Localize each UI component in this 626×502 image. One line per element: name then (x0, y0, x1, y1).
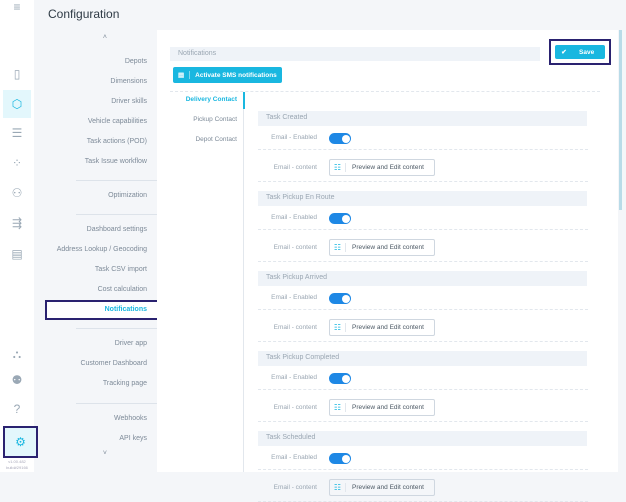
message-icon: ▤ (178, 71, 191, 79)
nav-tracking-page[interactable]: Tracking page (103, 380, 147, 387)
tab-depot-contact[interactable]: Depot Contact (157, 136, 245, 143)
activate-sms-button[interactable]: ▤ Activate SMS notifications (173, 67, 282, 83)
email-enabled-toggle[interactable] (329, 213, 351, 224)
nav-address-lookup[interactable]: Address Lookup / Geocoding (57, 246, 147, 253)
email-content-label: Email - content (273, 484, 317, 491)
email-content-label: Email - content (273, 164, 317, 171)
cube-icon[interactable]: ⬡ (3, 90, 31, 118)
email-enabled-toggle[interactable] (329, 133, 351, 144)
email-enabled-label: Email - Enabled (271, 294, 317, 301)
divider (258, 421, 588, 422)
menu-icon[interactable]: ≡ (3, 0, 31, 21)
build: build#29166 (6, 465, 28, 470)
divider (258, 469, 588, 470)
routes-icon[interactable]: ⁘ (3, 149, 31, 177)
nav-api-keys[interactable]: API keys (119, 435, 147, 442)
section-header: Task Pickup Completed (258, 351, 587, 366)
nav-cost-calculation[interactable]: Cost calculation (98, 286, 147, 293)
template-icon: ☷ (330, 243, 346, 252)
nav-optimization[interactable]: Optimization (108, 192, 147, 199)
nav-task-actions[interactable]: Task actions (POD) (87, 138, 147, 145)
divider (170, 91, 600, 92)
nav-driver-skills[interactable]: Driver skills (111, 98, 147, 105)
map-icon[interactable]: ▯ (3, 60, 31, 88)
truck-icon[interactable]: ⇶ (3, 209, 31, 237)
tab-delivery-contact[interactable]: Delivery Contact (157, 96, 245, 103)
divider (258, 149, 588, 150)
email-enabled-label: Email - Enabled (271, 214, 317, 221)
tab-divider (243, 92, 244, 472)
nav-notifications[interactable]: Notifications (105, 306, 147, 313)
version: v1.00.482 (8, 459, 26, 464)
scroll-down-icon[interactable]: ˅ (103, 450, 107, 457)
email-content-label: Email - content (273, 244, 317, 251)
email-enabled-toggle[interactable] (329, 453, 351, 464)
template-icon: ☷ (330, 483, 346, 492)
nav-driver-app[interactable]: Driver app (115, 340, 147, 347)
network-icon[interactable]: ⛬ (3, 340, 31, 368)
divider (258, 229, 588, 230)
divider (258, 341, 588, 342)
email-content-label: Email - content (273, 404, 317, 411)
nav-vehicle-capabilities[interactable]: Vehicle capabilities (88, 118, 147, 125)
email-enabled-label: Email - Enabled (271, 134, 317, 141)
preview-edit-button[interactable]: ☷ Preview and Edit content (329, 319, 435, 336)
email-content-label: Email - content (273, 324, 317, 331)
help-icon[interactable]: ? (3, 395, 31, 423)
save-button[interactable]: ✔ Save (555, 45, 605, 59)
preview-edit-button[interactable]: ☷ Preview and Edit content (329, 239, 435, 256)
template-icon: ☷ (330, 403, 346, 412)
page-title: Configuration (48, 7, 120, 21)
users-icon[interactable]: ⚉ (3, 366, 31, 394)
divider (258, 261, 588, 262)
template-icon: ☷ (330, 323, 346, 332)
nav-customer-dashboard[interactable]: Customer Dashboard (80, 360, 147, 367)
preview-edit-button[interactable]: ☷ Preview and Edit content (329, 159, 435, 176)
list-icon[interactable]: ☰ (3, 119, 31, 147)
email-enabled-label: Email - Enabled (271, 454, 317, 461)
main-panel: Notifications ✔ Save ▤ Activate SMS notifi… (157, 30, 618, 502)
gear-icon[interactable]: ⚙ (3, 426, 38, 458)
nav-depots[interactable]: Depots (125, 58, 147, 65)
nav-task-issue-workflow[interactable]: Task Issue workflow (85, 158, 147, 165)
email-enabled-toggle[interactable] (329, 293, 351, 304)
preview-edit-button[interactable]: ☷ Preview and Edit content (329, 399, 435, 416)
save-highlight: ✔ Save (549, 39, 611, 65)
section-title: Notifications (170, 47, 540, 61)
section-header: Task Pickup Arrived (258, 271, 587, 286)
icon-rail: ≡ ▯ ⬡ ☰ ⁘ ⚇ ⇶ ▤ ⛬ ⚉ ? ⚙ v1.00.482 build#… (0, 0, 38, 472)
tab-pickup-contact[interactable]: Pickup Contact (157, 116, 245, 123)
nav-task-csv-import[interactable]: Task CSV import (95, 266, 147, 273)
template-icon: ☷ (330, 163, 346, 172)
store-icon[interactable]: ▤ (3, 240, 31, 268)
scroll-up-icon[interactable]: ˄ (103, 34, 107, 41)
email-enabled-label: Email - Enabled (271, 374, 317, 381)
active-tab-indicator (243, 92, 245, 109)
nav-webhooks[interactable]: Webhooks (114, 415, 147, 422)
section-header: Task Created (258, 111, 587, 126)
divider (258, 389, 588, 390)
divider (258, 181, 588, 182)
nav-dimensions[interactable]: Dimensions (110, 78, 147, 85)
preview-edit-button[interactable]: ☷ Preview and Edit content (329, 479, 435, 496)
scrollbar[interactable] (619, 30, 622, 210)
section-header: Task Pickup En Route (258, 191, 587, 206)
section-header: Task Scheduled (258, 431, 587, 446)
divider (258, 309, 588, 310)
check-icon: ✔ (561, 49, 567, 56)
nav-dashboard-settings[interactable]: Dashboard settings (87, 226, 147, 233)
email-enabled-toggle[interactable] (329, 373, 351, 384)
user-icon[interactable]: ⚇ (3, 179, 31, 207)
